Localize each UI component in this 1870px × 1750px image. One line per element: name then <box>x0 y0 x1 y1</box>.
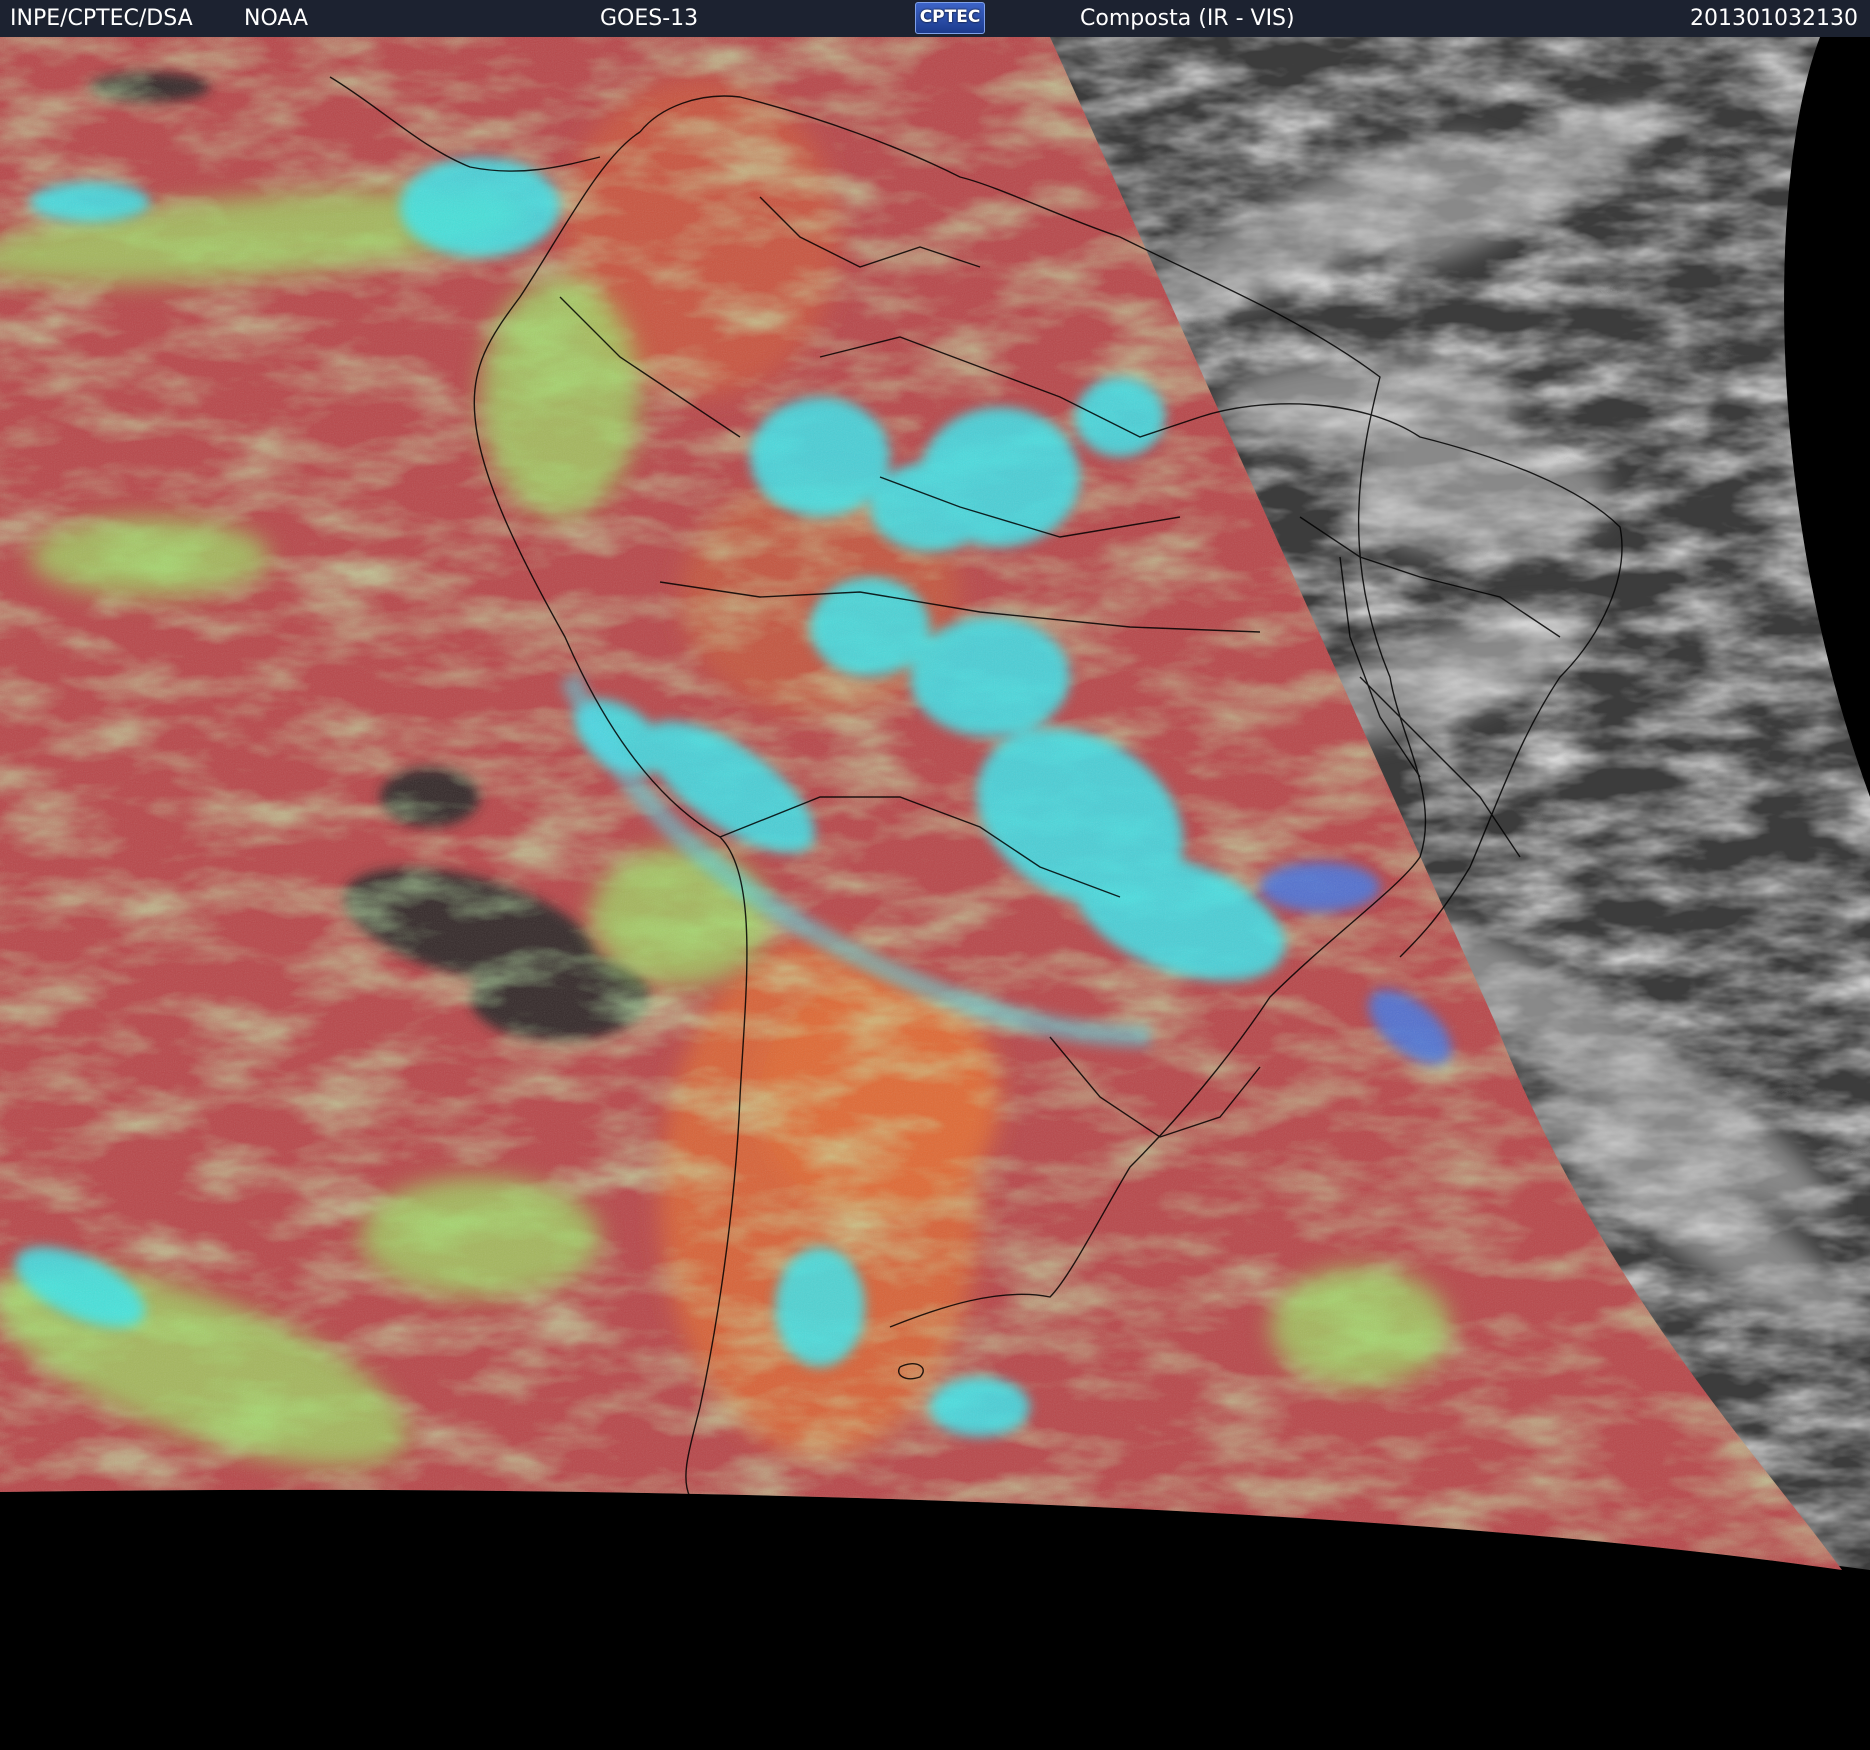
product-label: Composta (IR - VIS) <box>1080 6 1295 31</box>
agency-label: NOAA <box>244 6 309 31</box>
cptec-logo: CPTEC <box>915 2 985 34</box>
satellite-composite-image <box>0 37 1870 1750</box>
organization-label: INPE/CPTEC/DSA <box>10 6 193 31</box>
satellite-label: GOES-13 <box>600 6 699 31</box>
timestamp-label: 201301032130 <box>1690 6 1858 31</box>
satellite-image-frame: INPE/CPTEC/DSA NOAA GOES-13 CPTEC Compos… <box>0 0 1870 1750</box>
header-bar: INPE/CPTEC/DSA NOAA GOES-13 CPTEC Compos… <box>0 0 1870 37</box>
cptec-logo-text: CPTEC <box>919 7 981 27</box>
